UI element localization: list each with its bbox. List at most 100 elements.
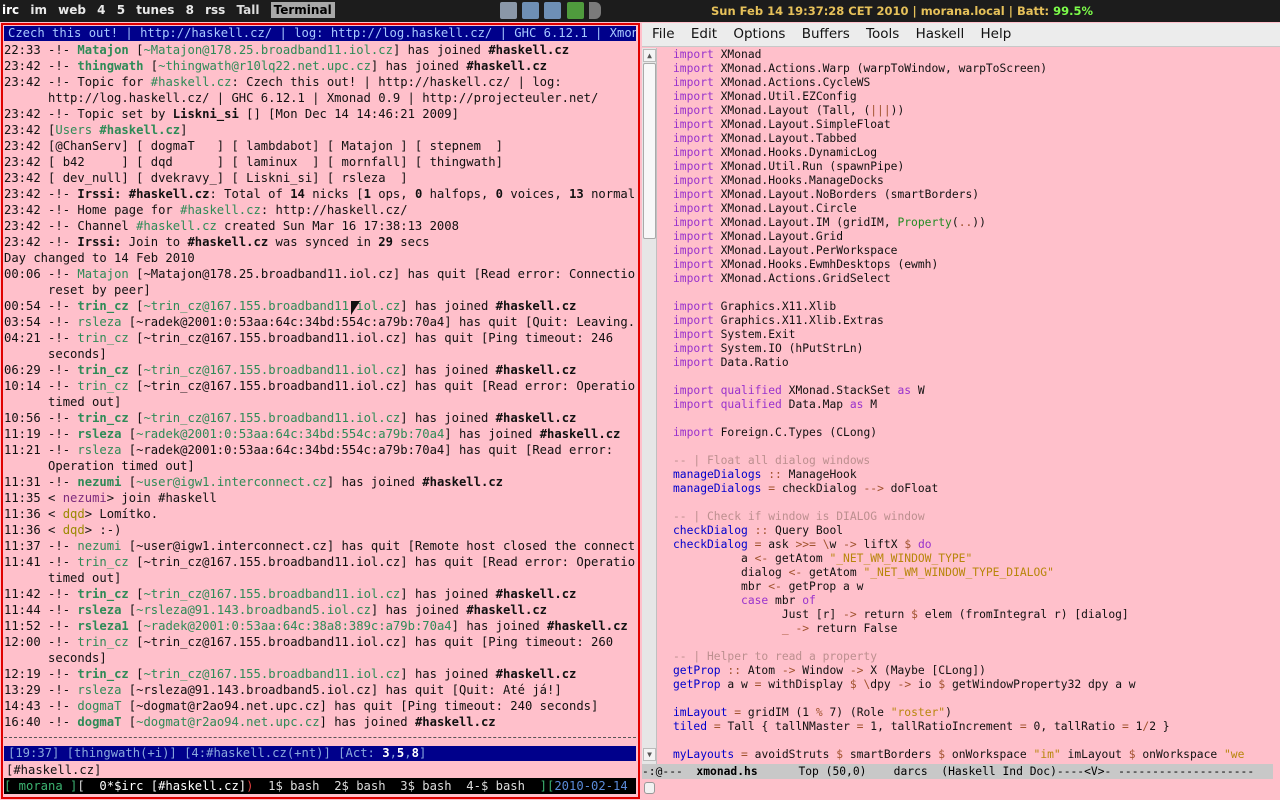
menu-tools[interactable]: Tools xyxy=(856,23,899,42)
code-token: XMonad.StackSet xyxy=(781,384,898,397)
chat-line: 23:42 [ dev_null] [ dvekravy_] [ Liskni_… xyxy=(4,170,636,186)
chat-text: ~trin_cz@167.155.broadband11.iol.cz xyxy=(143,667,401,681)
workspace-tunes[interactable]: tunes xyxy=(136,3,174,17)
code-token: imLayout xyxy=(673,706,728,719)
menu-file[interactable]: File xyxy=(642,23,675,42)
chat-text: trin_cz xyxy=(77,379,129,393)
workspace-rss[interactable]: rss xyxy=(205,3,225,17)
display-icon[interactable] xyxy=(544,2,562,19)
scroll-up-arrow-icon[interactable]: ▲ xyxy=(643,49,656,62)
separator: | xyxy=(912,4,921,18)
code-token: elem (fromIntegral r) [dialog] xyxy=(917,608,1129,621)
chat-line: http://log.haskell.cz/ | GHC 6.12.1 | Xm… xyxy=(4,90,636,106)
code-token: tiled xyxy=(673,720,708,733)
people-icon[interactable] xyxy=(566,2,584,19)
minibuffer[interactable] xyxy=(642,779,1280,800)
chat-text: [ xyxy=(121,603,137,617)
chat-text: [~trin_cz@167.155.broadband11.iol.cz] ha… xyxy=(128,555,636,569)
chat-text: -!- xyxy=(48,187,78,201)
code-token: System.IO (hPutStrLn) xyxy=(713,342,864,355)
code-token: import xyxy=(673,398,714,411)
chat-line: seconds] xyxy=(4,346,636,362)
chat-text: 10:56 xyxy=(4,411,49,425)
workspace-irc[interactable]: irc xyxy=(2,3,19,17)
chat-text: [~radek@2001:0:53aa:64c:34bd:554c:a79b:7… xyxy=(121,443,614,457)
code-line: manageDialogs = checkDialog --> doFloat xyxy=(673,482,1273,496)
chat-text: [] [Mon Dec 14 14:46:21 2009] xyxy=(238,107,459,121)
minibuffer-icon xyxy=(644,782,655,794)
chat-text: [ xyxy=(128,619,144,633)
workspace-5[interactable]: 5 xyxy=(117,3,125,17)
chat-text: [ xyxy=(128,299,144,313)
menu-buffers[interactable]: Buffers xyxy=(792,23,850,42)
computer-icon[interactable] xyxy=(522,2,540,19)
chat-text: nicks [ xyxy=(304,187,364,201)
workspace-web[interactable]: web xyxy=(58,3,86,17)
chat-text: ] has joined xyxy=(400,667,496,681)
code-token: import xyxy=(673,426,714,439)
code-line: import XMonad.Layout (Tall, (|||)) xyxy=(673,104,1273,118)
scroll-down-arrow-icon[interactable]: ▼ xyxy=(643,748,656,761)
speaker-icon[interactable] xyxy=(588,2,601,19)
modeline-text: -:@--- xyxy=(642,765,697,778)
chat-text: > Lomítko. xyxy=(84,507,159,521)
layout-name[interactable]: Tall xyxy=(237,3,260,17)
emacs-window[interactable]: File Edit Options Buffers Tools Haskell … xyxy=(642,23,1280,800)
chat-text: < xyxy=(48,523,63,537)
code-line: import XMonad.Hooks.DynamicLog xyxy=(673,146,1273,160)
chat-text: < xyxy=(48,507,63,521)
emacs-mode-line: -:@--- xmonad.hs Top (50,0) darcs (Haske… xyxy=(642,764,1273,779)
chat-text: 12:19 xyxy=(4,667,49,681)
emacs-menu-bar: File Edit Options Buffers Tools Haskell … xyxy=(642,23,1280,47)
workspace-8[interactable]: 8 xyxy=(186,3,194,17)
code-token: a w xyxy=(720,678,755,691)
network-icon[interactable] xyxy=(500,2,517,19)
code-token: -- | Float all dialog windows xyxy=(673,454,871,467)
chat-text: Liskni_si xyxy=(172,107,239,121)
chat-text: : http://haskell.cz/ xyxy=(260,203,408,217)
code-line: import XMonad.Actions.GridSelect xyxy=(673,272,1273,286)
chat-text: 23:42 [ dev_null] [ dvekravy_] [ Liskni_… xyxy=(4,171,408,185)
chat-text: 11:41 xyxy=(4,555,49,569)
code-token: 0, tallRatio xyxy=(1026,720,1122,733)
chat-text: dqd xyxy=(62,523,85,537)
code-token: <- xyxy=(754,552,769,565)
code-token: M xyxy=(863,398,878,411)
code-editor[interactable]: import XMonad import XMonad.Actions.Warp … xyxy=(673,48,1273,762)
code-token: return False xyxy=(809,622,898,635)
chat-text: -!- xyxy=(48,411,78,425)
chat-text: 06:29 xyxy=(4,363,49,377)
menu-edit[interactable]: Edit xyxy=(681,23,717,42)
code-line: -- | Helper to read a property xyxy=(673,650,1273,664)
menu-haskell[interactable]: Haskell xyxy=(906,23,965,42)
irc-terminal-window[interactable]: Czech this out! | http://haskell.cz/ | l… xyxy=(1,23,640,799)
screen-tab: 19:3 xyxy=(635,779,636,793)
system-tray xyxy=(500,2,602,19)
workspace-im[interactable]: im xyxy=(30,3,47,17)
workspace-4[interactable]: 4 xyxy=(97,3,105,17)
chat-text: ] has joined xyxy=(370,603,467,617)
chat-text: -!- xyxy=(48,699,78,713)
vertical-scrollbar[interactable]: ▲ ▼ xyxy=(642,48,657,764)
menu-options[interactable]: Options xyxy=(723,23,785,42)
chat-input[interactable]: [#haskell.cz] xyxy=(4,762,636,778)
code-line: getProp a w = withDisplay $ \dpy -> io $… xyxy=(673,678,1273,692)
code-token: -- | Helper to read a property xyxy=(673,650,878,663)
chat-text: -!- Topic set by xyxy=(48,107,173,121)
chat-line: 13:29 -!- rsleza [~rsleza@91.143.broadba… xyxy=(4,682,636,698)
chat-text: #haskell.cz xyxy=(414,715,496,729)
code-token: import xyxy=(673,90,714,103)
menu-help[interactable]: Help xyxy=(971,23,1012,42)
chat-text: -!- xyxy=(48,443,78,457)
chat-text: 00:54 xyxy=(4,299,49,313)
chat-text: ~trin_cz@167.155.broadband11.iol.cz xyxy=(143,299,401,313)
code-token: XMonad.Layout.Grid xyxy=(713,230,844,243)
scrollbar-thumb[interactable] xyxy=(643,63,656,239)
code-token: = xyxy=(1121,720,1129,733)
chat-text: [~trin_cz@167.155.broadband11.iol.cz] ha… xyxy=(128,331,614,345)
chat-log[interactable]: 22:33 -!- Matajon [~Matajon@178.25.broad… xyxy=(4,42,636,730)
